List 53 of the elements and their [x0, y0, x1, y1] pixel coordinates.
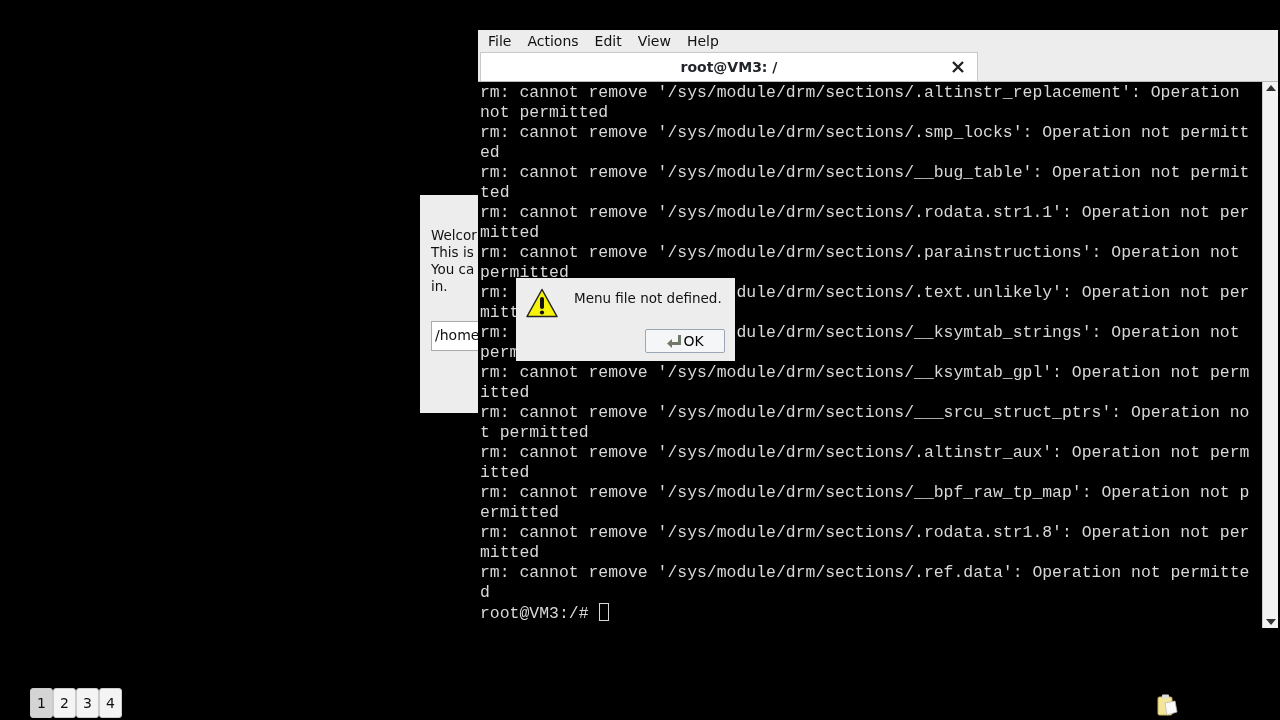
warning-icon — [526, 288, 558, 318]
close-icon[interactable] — [951, 60, 965, 74]
return-arrow-icon — [666, 334, 683, 348]
terminal-line: rm: cannot remove '/sys/module/drm/sections/.rodata.str1.8': Operation not per — [480, 523, 1250, 542]
workspace-button[interactable]: 3 — [76, 688, 99, 718]
menu-item[interactable]: Help — [678, 30, 727, 52]
scrollbar[interactable] — [1262, 82, 1278, 628]
terminal-line: t permitted — [480, 423, 589, 442]
prompt-text: root@VM3:/# — [480, 604, 589, 623]
terminal-line: mitted — [480, 543, 540, 562]
terminal-line: ed — [480, 143, 500, 162]
terminal-line: rm: — [480, 323, 511, 343]
terminal-line: dule/drm/sections/__ksymtab_strings': Operation not — [736, 323, 1240, 342]
menu-item[interactable]: Actions — [519, 30, 587, 52]
workspace-button[interactable]: 2 — [53, 688, 76, 718]
terminal-line: rm: cannot remove '/sys/module/drm/sections/.smp_locks': Operation not permitt — [480, 123, 1250, 142]
terminal-line: rm: cannot remove '/sys/module/drm/sections/.ref.data': Operation not permitte — [480, 563, 1250, 582]
path-field[interactable]: /home — [431, 321, 478, 351]
terminal-line: mitted — [480, 223, 540, 242]
terminal-line: permitted — [480, 263, 569, 282]
terminal-tab[interactable]: root@VM3: / — [480, 52, 978, 81]
window-text: This is — [431, 244, 475, 261]
terminal-line: itted — [480, 463, 530, 482]
terminal-line: rm: cannot remove '/sys/module/drm/sections/.parainstructions': Operation not — [480, 243, 1240, 262]
terminal-line: d — [480, 583, 490, 602]
menu-item[interactable]: View — [629, 30, 679, 52]
cursor — [598, 603, 609, 621]
terminal-line: rm: cannot remove '/sys/module/drm/sections/.altinstr_replacement': Operation — [480, 83, 1240, 102]
terminal-line: ermitted — [480, 503, 559, 522]
terminal-line: mitt — [480, 303, 520, 323]
terminal-line: rm: cannot remove '/sys/module/drm/sections/__ksymtab_gpl': Operation not perm — [480, 363, 1250, 382]
terminal-line: itted — [480, 383, 530, 402]
terminal-line: rm: cannot remove '/sys/module/drm/sections/.altinstr_aux': Operation not perm — [480, 443, 1250, 462]
workspace-button[interactable]: 1 — [30, 688, 53, 718]
menu-item[interactable]: Edit — [586, 30, 630, 52]
terminal-line: rm: cannot remove '/sys/module/drm/sections/___srcu_struct_ptrs': Operation no — [480, 403, 1250, 422]
terminal-line: not permitted — [480, 103, 609, 122]
terminal-line: dule/drm/sections/.text.unlikely': Operation not per — [736, 283, 1250, 302]
scroll-up-icon[interactable] — [1265, 85, 1276, 91]
clipboard-icon[interactable] — [1156, 693, 1178, 717]
terminal-line: ted — [480, 183, 510, 202]
terminal-line: rm: cannot remove '/sys/module/drm/sections/.rodata.str1.1': Operation not per — [480, 203, 1250, 222]
ok-button[interactable]: OK — [645, 329, 725, 353]
terminal-line: rm: cannot remove '/sys/module/drm/sections/__bug_table': Operation not permit — [480, 163, 1250, 182]
menu-item[interactable]: File — [480, 30, 520, 52]
terminal-line: rm: cannot remove '/sys/module/drm/sections/__bpf_raw_tp_map': Operation not p — [480, 483, 1250, 502]
dialog-message: Menu file not defined. — [574, 289, 722, 308]
window-text: You ca — [431, 261, 476, 278]
window-text: in. — [431, 278, 449, 295]
terminal-line: rm: — [480, 283, 511, 303]
window-text: Welcor — [431, 227, 478, 244]
workspace-button[interactable]: 4 — [99, 688, 122, 718]
scroll-down-icon[interactable] — [1265, 619, 1276, 625]
